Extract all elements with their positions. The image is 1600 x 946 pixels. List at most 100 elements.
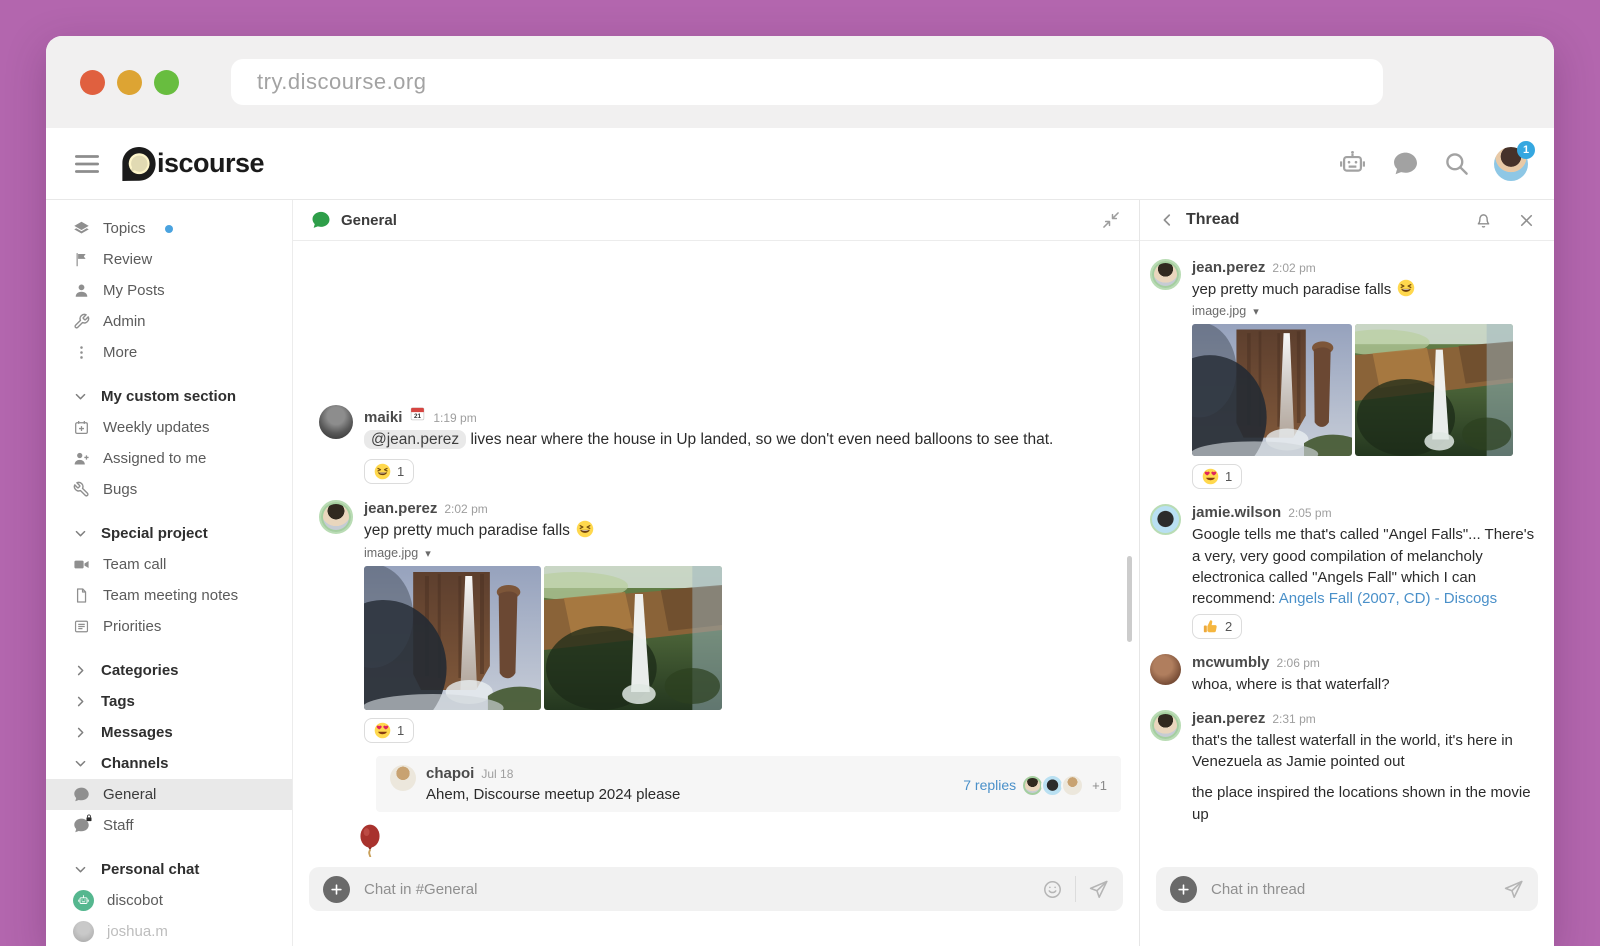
- sidebar-section-my-custom-section[interactable]: My custom section: [46, 381, 292, 412]
- sidebar-item-priorities[interactable]: Priorities: [46, 611, 292, 642]
- plus-icon: [1176, 882, 1191, 897]
- image-attachment[interactable]: [1192, 324, 1538, 456]
- message-author[interactable]: jean.perez: [1192, 710, 1265, 727]
- sidebar-item-channel-staff[interactable]: Staff: [46, 810, 292, 841]
- sidebar-item-discobot[interactable]: discobot: [46, 885, 292, 916]
- channel-title: General: [341, 212, 397, 229]
- chevron-down-icon: [73, 526, 88, 541]
- send-icon[interactable]: [1088, 879, 1109, 900]
- message-time: Jul 18: [481, 767, 513, 781]
- avatar-jean-perez[interactable]: [319, 500, 353, 534]
- channel-header: General: [293, 200, 1139, 241]
- notification-badge: 1: [1517, 141, 1535, 159]
- avatar-jean-perez[interactable]: [1150, 259, 1181, 290]
- close-window-button[interactable]: [80, 70, 105, 95]
- send-icon[interactable]: [1503, 879, 1524, 900]
- paradise-falls-image[interactable]: [1192, 324, 1352, 456]
- reaction-laughing[interactable]: 1: [364, 459, 414, 484]
- sidebar-item-review[interactable]: Review: [46, 244, 292, 275]
- maximize-window-button[interactable]: [154, 70, 179, 95]
- sidebar-item-team-meeting-notes[interactable]: Team meeting notes: [46, 580, 292, 611]
- hamburger-menu-icon[interactable]: [72, 149, 102, 179]
- sidebar-item-assigned-to-me[interactable]: Assigned to me: [46, 443, 292, 474]
- message-time: 2:02 pm: [1272, 261, 1315, 275]
- scrollbar-thumb[interactable]: [1127, 556, 1132, 642]
- attach-button[interactable]: [1170, 876, 1197, 903]
- avatar-jamie-wilson[interactable]: [1150, 504, 1181, 535]
- collapse-panel-icon[interactable]: [1101, 210, 1121, 230]
- sidebar-item-weekly-updates[interactable]: Weekly updates: [46, 412, 292, 443]
- message-time: 2:06 pm: [1277, 656, 1320, 670]
- message-author[interactable]: jean.perez: [1192, 259, 1265, 276]
- sidebar-item-admin[interactable]: Admin: [46, 306, 292, 337]
- avatar-jean-perez[interactable]: [1150, 710, 1181, 741]
- reaction-heart-eyes[interactable]: 1: [1192, 464, 1242, 489]
- thread-panel: Thread jean.perez 2:02 pm: [1140, 200, 1554, 946]
- sidebar-item-team-call[interactable]: Team call: [46, 549, 292, 580]
- chat-icon[interactable]: [1392, 150, 1419, 177]
- sidebar-section-messages[interactable]: Messages: [46, 717, 292, 748]
- sidebar-section-special-project[interactable]: Special project: [46, 518, 292, 549]
- browser-chrome: [46, 36, 1554, 128]
- message-author[interactable]: jean.perez: [364, 500, 437, 517]
- thread-header: Thread: [1140, 200, 1554, 241]
- angel-falls-image[interactable]: [544, 566, 722, 710]
- address-bar[interactable]: [231, 59, 1383, 105]
- sidebar-item-my-posts[interactable]: My Posts: [46, 275, 292, 306]
- thread-composer: [1156, 867, 1538, 911]
- chevron-down-icon: [73, 862, 88, 877]
- minimize-window-button[interactable]: [117, 70, 142, 95]
- message-author[interactable]: mcwumbly: [1192, 654, 1270, 671]
- thread-replies-link[interactable]: 7 replies: [963, 777, 1016, 793]
- sidebar-section-tags[interactable]: Tags: [46, 686, 292, 717]
- image-attachment[interactable]: [364, 566, 1121, 710]
- laughing-emoji: [576, 520, 594, 538]
- emoji-picker-icon[interactable]: [1042, 879, 1063, 900]
- avatar-maiki[interactable]: [319, 405, 353, 439]
- back-icon[interactable]: [1158, 211, 1176, 229]
- thread-summary-card[interactable]: chapoi Jul 18 Ahem, Discourse meetup 202…: [376, 756, 1121, 812]
- list-icon: [73, 618, 90, 635]
- avatar-mcwumbly[interactable]: [1150, 654, 1181, 685]
- message-author[interactable]: maiki: [364, 409, 402, 426]
- sidebar-item-bugs[interactable]: Bugs: [46, 474, 292, 505]
- angel-falls-image[interactable]: [1355, 324, 1513, 456]
- sidebar-item-joshua[interactable]: joshua.m: [46, 916, 292, 946]
- sidebar-section-personal-chat[interactable]: Personal chat: [46, 854, 292, 885]
- composer-divider: [1075, 876, 1076, 902]
- sidebar-item-more[interactable]: More: [46, 337, 292, 368]
- bell-icon[interactable]: [1474, 211, 1493, 230]
- sidebar-section-channels[interactable]: Channels: [46, 748, 292, 779]
- channel-message-input[interactable]: [362, 880, 1030, 899]
- sidebar-section-categories[interactable]: Categories: [46, 655, 292, 686]
- message-text: the place inspired the locations shown i…: [1192, 782, 1538, 825]
- sidebar-item-channel-general[interactable]: General: [46, 779, 292, 810]
- plus-icon: [329, 882, 344, 897]
- user-mention[interactable]: @jean.perez: [364, 430, 466, 449]
- paradise-falls-image[interactable]: [364, 566, 541, 710]
- sidebar-item-topics[interactable]: Topics: [46, 213, 292, 244]
- chat-message: maiki 21 1:19 pm @jean.perez lives near …: [293, 398, 1139, 487]
- reaction-thumbs-up[interactable]: 2: [1192, 614, 1242, 639]
- thread-message-input[interactable]: [1209, 880, 1491, 899]
- discogs-link[interactable]: Angels Fall (2007, CD) - Discogs: [1279, 590, 1497, 607]
- chat-message: jean.perez 2:02 pm yep pretty much parad…: [293, 493, 1139, 746]
- close-icon[interactable]: [1517, 211, 1536, 230]
- attachment-toggle[interactable]: image.jpg ▾: [1192, 304, 1538, 318]
- user-menu[interactable]: 1: [1494, 147, 1528, 181]
- chat-message: jean.perez 2:31 pm that's the tallest wa…: [1140, 702, 1554, 827]
- user-avatar: [73, 921, 94, 942]
- chevron-right-icon: [73, 694, 88, 709]
- chat-message-emoji: [293, 812, 1139, 857]
- header-actions: 1: [1337, 147, 1528, 181]
- avatar-chapoi: [1061, 774, 1084, 797]
- discourse-logo[interactable]: iscourse: [120, 145, 264, 183]
- search-icon[interactable]: [1443, 150, 1470, 177]
- robot-icon[interactable]: [1337, 148, 1368, 179]
- attachment-toggle[interactable]: image.jpg ▾: [364, 546, 1121, 560]
- message-author[interactable]: jamie.wilson: [1192, 504, 1281, 521]
- reaction-heart-eyes[interactable]: 1: [364, 718, 414, 743]
- attach-button[interactable]: [323, 876, 350, 903]
- more-participants: +1: [1092, 778, 1107, 793]
- channel-messages: maiki 21 1:19 pm @jean.perez lives near …: [293, 241, 1139, 857]
